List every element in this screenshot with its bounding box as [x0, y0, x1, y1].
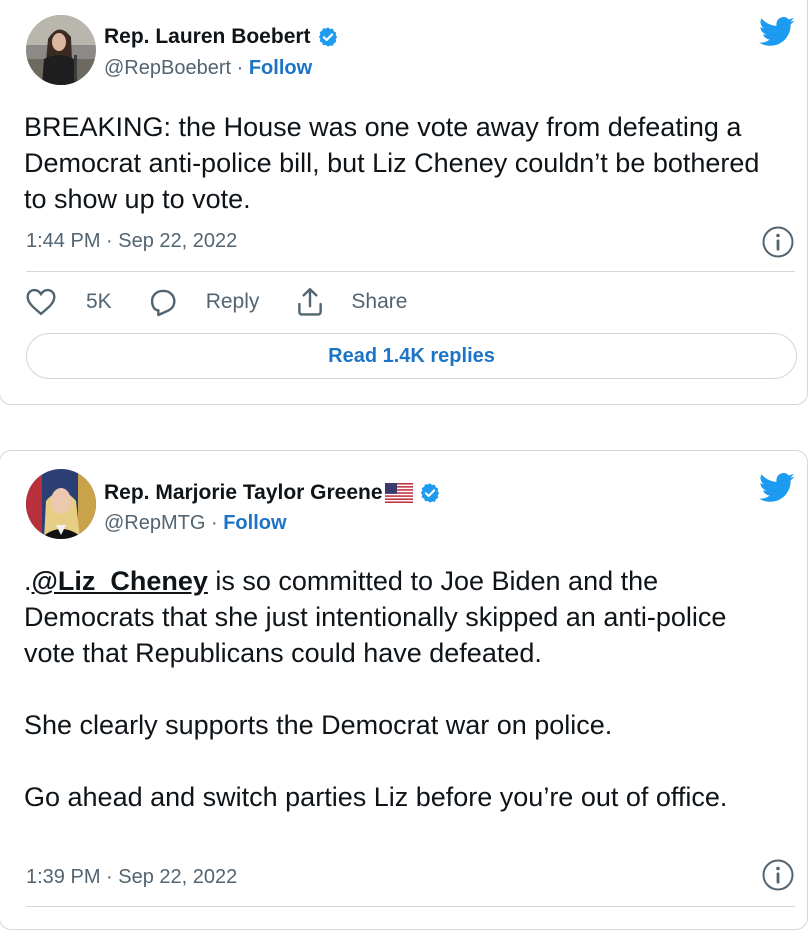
follow-button[interactable]: Follow — [223, 512, 286, 534]
tweet-text: BREAKING: the House was one vote away fr… — [24, 112, 767, 214]
us-flag-icon — [384, 483, 413, 503]
like-count: 5K — [86, 290, 112, 313]
timestamp[interactable]: 1:39 PM · Sep 22, 2022 — [26, 866, 237, 889]
follow-button[interactable]: Follow — [249, 57, 312, 79]
reply-button[interactable]: Reply — [146, 285, 260, 319]
avatar[interactable] — [26, 469, 96, 539]
reply-icon — [146, 285, 192, 319]
divider — [26, 271, 795, 272]
tweet-text: .@Liz_Cheney is so committed to Joe Bide… — [24, 563, 783, 815]
share-icon — [293, 285, 339, 319]
heart-icon — [24, 285, 70, 319]
verified-badge-icon — [317, 26, 339, 48]
author-handle[interactable]: @RepMTG — [104, 512, 205, 534]
separator: · — [231, 57, 249, 79]
author-handle-row: @RepBoebert · Follow — [104, 57, 312, 80]
read-replies-button[interactable]: Read 1.4K replies — [26, 333, 797, 379]
author-name[interactable]: Rep. Lauren Boebert — [104, 25, 339, 49]
avatar[interactable] — [26, 15, 96, 85]
like-button[interactable]: 5K — [24, 285, 112, 319]
text-body: is so committed to Joe Biden and the Dem… — [24, 566, 728, 812]
tweet-card: Rep. Lauren Boebert @RepBoebert · Follow… — [0, 0, 808, 405]
share-button[interactable]: Share — [293, 285, 407, 319]
reply-label: Reply — [205, 290, 260, 313]
share-label: Share — [351, 290, 408, 313]
separator: · — [205, 512, 224, 534]
text-prefix: . — [24, 566, 32, 596]
verified-badge-icon — [419, 482, 441, 504]
action-bar: 5K Reply Share — [24, 285, 441, 319]
tweet-card: Rep. Marjorie Taylor Greene @RepMTG · Fo… — [0, 450, 808, 930]
timestamp[interactable]: 1:44 PM · Sep 22, 2022 — [26, 230, 237, 253]
twitter-bird-icon[interactable] — [759, 17, 795, 52]
author-handle[interactable]: @RepBoebert — [104, 57, 231, 79]
author-handle-row: @RepMTG · Follow — [104, 512, 287, 535]
mention-link[interactable]: @Liz_Cheney — [32, 566, 208, 596]
info-icon[interactable] — [761, 225, 795, 264]
twitter-bird-icon[interactable] — [759, 473, 795, 508]
author-name[interactable]: Rep. Marjorie Taylor Greene — [104, 481, 441, 505]
info-icon[interactable] — [761, 858, 795, 897]
